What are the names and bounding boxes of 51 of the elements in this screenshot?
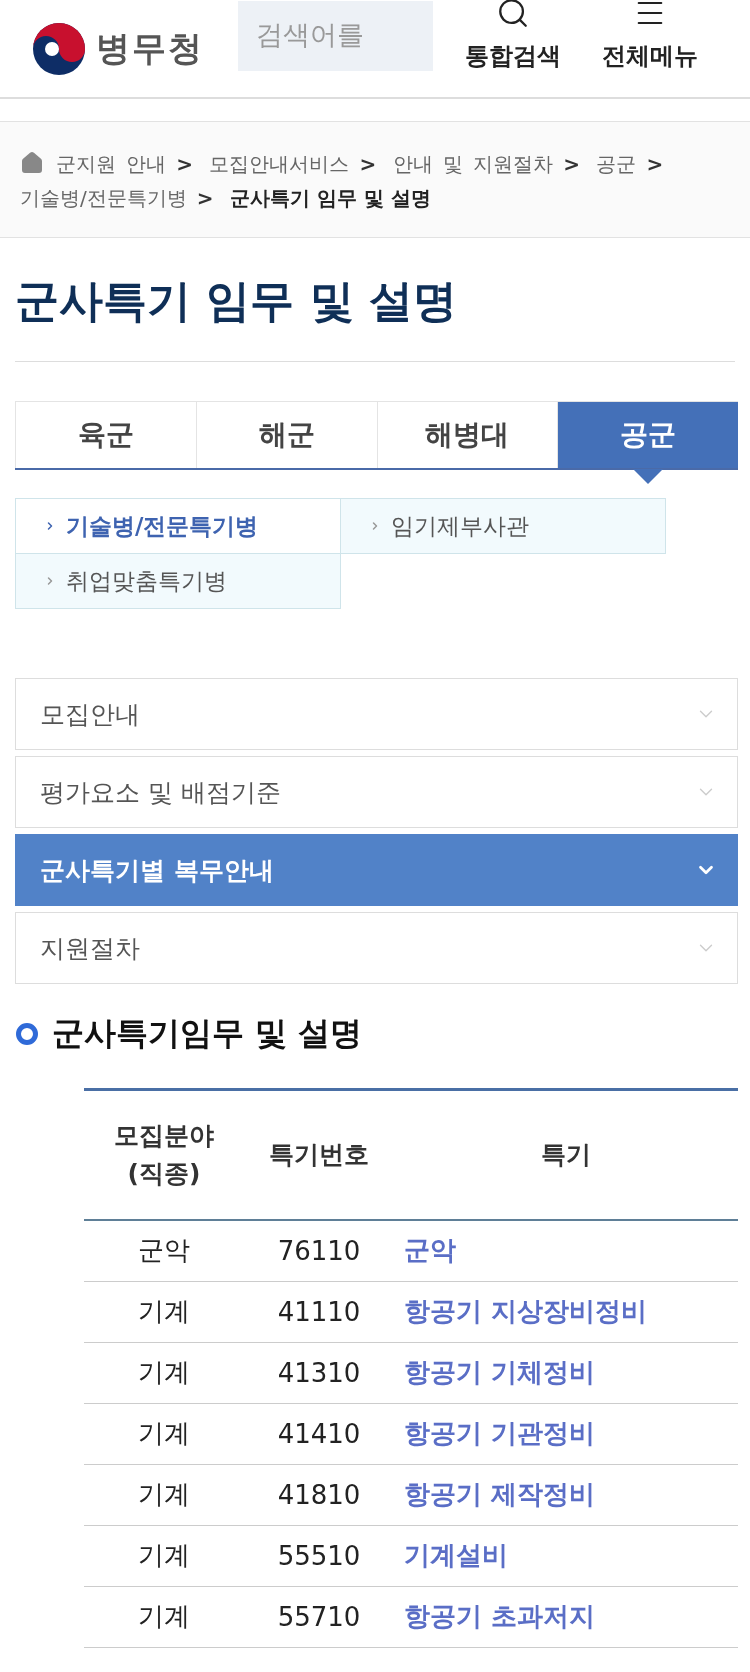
subtab[interactable]: 취업맞춤특기병 [15,553,341,609]
separator-icon: > [646,152,664,176]
separator-icon: > [196,186,214,210]
specialty-link[interactable]: 군악 [404,1235,456,1266]
table-cell: 55710 [244,1586,394,1647]
table-cell: 기계 [84,1525,244,1586]
specialty-link[interactable]: 항공기 기체정비 [404,1357,596,1387]
subtab[interactable]: 임기제부사관 [340,498,666,554]
separator-icon: > [563,152,581,176]
table-cell: 76110 [244,1220,394,1281]
breadcrumb-current: 군사특기 임무 및 설명 [229,186,431,210]
accordion-item[interactable]: 평가요소 및 배점기준 [15,756,738,828]
search-field[interactable]: 검색어를 [238,0,433,71]
section-title: 군사특기임무 및 설명 [52,1013,363,1054]
column-header: 특기번호 [244,1089,394,1220]
breadcrumb-link[interactable]: 안내 및 지원절차 [392,152,554,176]
separator-icon: > [359,152,377,176]
table-cell: 기계 [84,1464,244,1525]
column-header: 특기 [394,1089,738,1220]
table-cell: 41410 [244,1403,394,1464]
logo-text: 병무청 [96,26,204,70]
home-icon [20,151,44,175]
separator-icon: > [176,152,194,176]
table-cell: 기계 [84,1281,244,1342]
breadcrumb-link[interactable]: 군지원 안내 [56,152,167,176]
page-title: 군사특기 임무 및 설명 [15,272,735,362]
specialty-link[interactable]: 항공기 제작정비 [404,1479,596,1509]
table-cell: 41310 [244,1342,394,1403]
search-button[interactable]: 통합검색 [455,0,570,72]
column-header: 모집분야 (직종) [84,1089,244,1220]
table-cell: 기계 [84,1586,244,1647]
table-cell: 41110 [244,1281,394,1342]
accordion-item[interactable]: 지원절차 [15,912,738,984]
specialty-link[interactable]: 항공기 초과저지 [404,1601,596,1631]
bullet-icon [16,1023,38,1045]
specialty-link[interactable]: 항공기 지상장비정비 [404,1296,648,1326]
menu-button[interactable]: 전체메뉴 [592,0,707,72]
accordion-item[interactable]: 군사특기별 복무안내 [15,834,738,906]
breadcrumb-link[interactable]: 모집안내서비스 [209,152,350,176]
table-cell: 군악 [84,1220,244,1281]
table-cell: 기계 [84,1403,244,1464]
subtab[interactable]: 기술병/전문특기병 [15,498,341,554]
specialty-link[interactable]: 항공기 기관정비 [404,1418,596,1448]
accordion-item[interactable]: 모집안내 [15,678,738,750]
table-cell: 41810 [244,1464,394,1525]
logo-icon [32,21,86,76]
table-cell: 55510 [244,1525,394,1586]
breadcrumb-link[interactable]: 공군 [596,152,637,176]
breadcrumb-link[interactable]: 기술병/전문특기병 [20,186,187,210]
specialty-link[interactable]: 기계설비 [404,1540,508,1570]
table-cell: 기계 [84,1342,244,1403]
